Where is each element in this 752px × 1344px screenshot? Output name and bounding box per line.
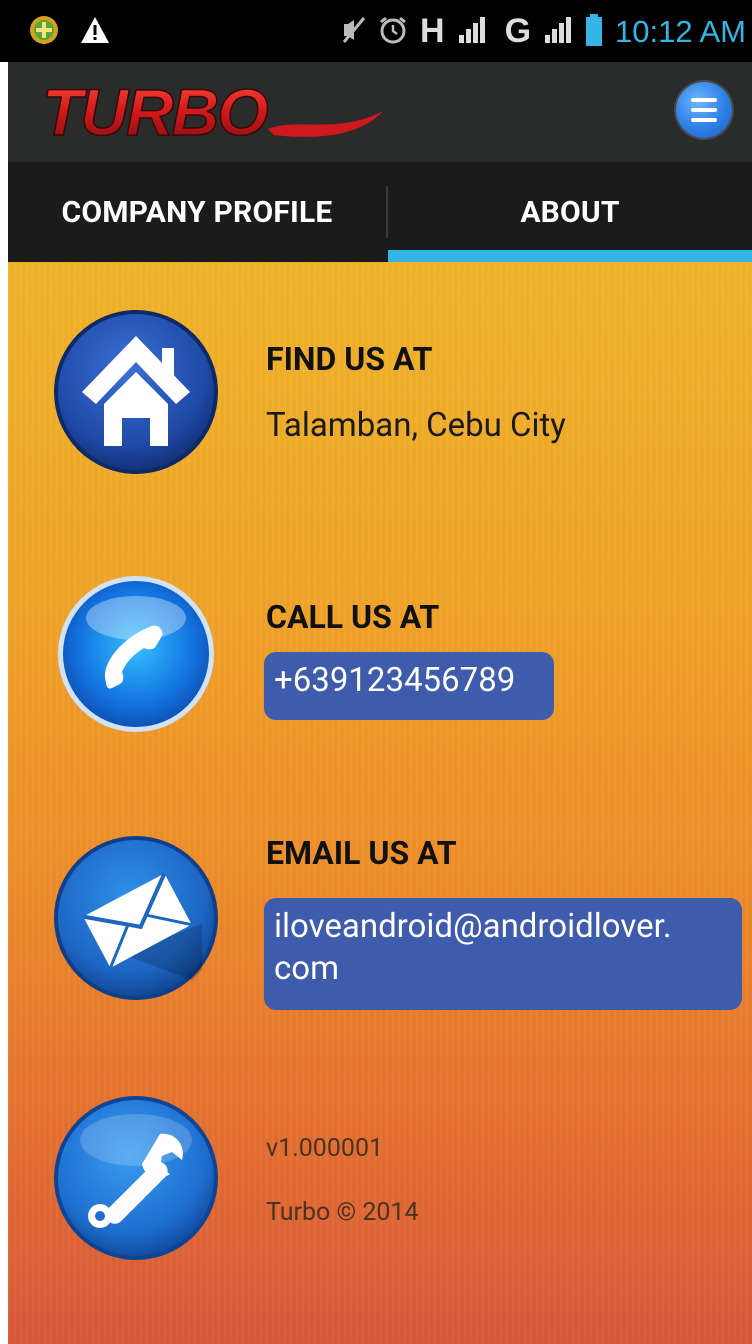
email-address-link[interactable]: iloveandroid@androidlover. com bbox=[264, 898, 742, 1010]
email-address-line1: iloveandroid@androidlover. bbox=[274, 907, 672, 946]
status-bar: H G 10:12 AM bbox=[0, 0, 752, 62]
status-time: 10:12 AM bbox=[615, 13, 746, 49]
call-us-heading: CALL US AT bbox=[266, 598, 440, 636]
mute-icon bbox=[342, 16, 366, 48]
action-bar: TURBO bbox=[8, 62, 752, 162]
download-icon bbox=[28, 14, 60, 50]
email-icon bbox=[52, 834, 220, 1002]
find-us-heading: FIND US AT bbox=[266, 340, 433, 378]
home-icon bbox=[52, 308, 220, 476]
wrench-icon bbox=[52, 1094, 220, 1262]
svg-text:TURBO: TURBO bbox=[42, 77, 268, 147]
phone-number-link[interactable]: +639123456789 bbox=[264, 652, 554, 720]
tab-company-profile[interactable]: COMPANY PROFILE bbox=[8, 162, 386, 262]
tab-bar: COMPANY PROFILE ABOUT bbox=[8, 162, 752, 262]
copyright-text: Turbo © 2014 bbox=[266, 1198, 419, 1227]
turbo-logo: TURBO bbox=[38, 74, 388, 151]
menu-button[interactable] bbox=[676, 82, 732, 138]
email-address-line2: com bbox=[274, 949, 340, 988]
email-us-heading: EMAIL US AT bbox=[266, 834, 457, 872]
network-type-h: H bbox=[420, 12, 445, 50]
address-text: Talamban, Cebu City bbox=[266, 406, 566, 445]
warning-icon bbox=[80, 16, 110, 48]
signal-icon bbox=[543, 15, 573, 49]
about-content: FIND US AT Talamban, Cebu City CALL US A… bbox=[8, 262, 752, 1344]
network-type-g: G bbox=[504, 12, 532, 50]
tab-about[interactable]: ABOUT bbox=[388, 162, 752, 262]
version-text: v1.000001 bbox=[266, 1134, 384, 1163]
phone-icon bbox=[56, 574, 216, 734]
alarm-icon bbox=[378, 15, 408, 49]
phone-number-text: +639123456789 bbox=[274, 661, 516, 700]
battery-icon bbox=[585, 13, 603, 50]
app-screen: H G 10:12 AM TURBO COMPANY PROFILE ABOUT… bbox=[0, 0, 752, 1344]
tab-selected-indicator bbox=[388, 250, 752, 262]
signal-icon bbox=[457, 15, 487, 49]
